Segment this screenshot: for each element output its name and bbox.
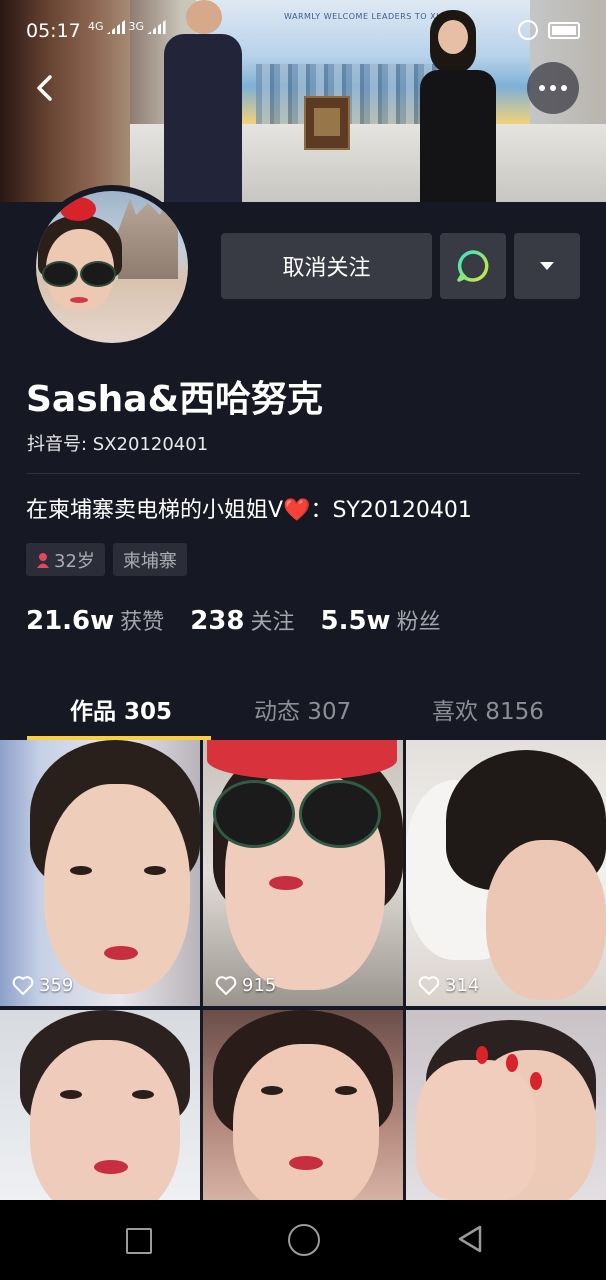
status-right-icons [518,20,580,40]
heart-outline-icon [215,975,237,995]
chat-button[interactable] [440,233,506,299]
age-tag-label: 32岁 [54,550,95,572]
age-tag: 32岁 [26,543,105,576]
chat-icon [457,250,489,282]
heart-outline-icon [418,975,440,995]
video-thumbnail[interactable] [203,1010,403,1200]
stat-following-value: 238 [190,606,245,636]
signal-bars-icon [147,20,166,34]
stat-followers-value: 5.5w [320,606,391,636]
battery-icon [548,21,580,39]
account-id[interactable]: 抖音号: SX20120401 [27,430,208,456]
female-user-icon [37,552,49,568]
video-grid: 359 915 314 [0,740,606,1200]
nav-back-icon[interactable] [456,1224,484,1254]
stat-following[interactable]: 238 关注 [190,604,294,636]
home-icon[interactable] [288,1224,320,1256]
network-1-label: 4G [88,20,104,33]
video-likes-count: 314 [445,975,480,996]
network-indicator: 4G 3G [88,20,166,34]
video-thumbnail[interactable] [0,1010,200,1200]
video-thumbnail[interactable] [406,1010,606,1200]
profile-bio: 在柬埔寨卖电梯的小姐姐V❤️：SY20120401 [26,498,472,523]
stat-followers-label: 粉丝 [396,610,441,635]
profile-name: Sasha&西哈努克 [26,379,323,420]
heart-outline-icon [12,975,34,995]
rotation-lock-icon [518,20,538,40]
signal-bars-icon [107,20,126,34]
dot-icon [550,85,556,91]
tab-works[interactable]: 作品 305 [70,686,172,732]
video-likes-count: 915 [242,975,277,996]
dot-icon [561,85,567,91]
profile-tags: 32岁 柬埔寨 [26,543,187,576]
back-button[interactable] [24,68,64,108]
chevron-left-icon [37,75,52,101]
video-thumbnail[interactable]: 915 [203,740,403,1006]
triangle-down-icon [540,262,554,270]
stat-likes[interactable]: 21.6w 获赞 [26,604,164,636]
tab-likes[interactable]: 喜欢 8156 [432,686,544,732]
recommend-dropdown-button[interactable] [514,233,580,299]
recent-apps-icon[interactable] [126,1228,152,1254]
video-thumbnail[interactable]: 359 [0,740,200,1006]
unfollow-button[interactable]: 取消关注 [221,233,432,299]
location-tag: 柬埔寨 [112,543,187,576]
video-thumbnail[interactable]: 314 [406,740,606,1006]
stat-following-label: 关注 [250,610,295,635]
profile-stats: 21.6w 获赞 238 关注 5.5w 粉丝 [26,604,441,636]
stat-likes-label: 获赞 [120,610,165,635]
video-likes: 314 [418,975,479,996]
video-likes: 359 [12,975,73,996]
status-bar: 05:17 4G 3G [0,0,606,60]
content-tabs: 作品 305 动态 307 喜欢 8156 [0,686,606,740]
avatar[interactable] [30,185,194,349]
divider [26,473,580,474]
more-options-button[interactable] [527,62,579,114]
avatar-image [36,191,188,343]
video-likes: 915 [215,975,276,996]
banner-award-plaque [304,96,350,150]
network-2-label: 3G [128,20,145,33]
stat-followers[interactable]: 5.5w 粉丝 [320,604,440,636]
video-likes-count: 359 [39,975,74,996]
dot-icon [539,85,545,91]
stat-likes-value: 21.6w [26,606,115,636]
tab-moments[interactable]: 动态 307 [254,686,351,732]
location-tag-label: 柬埔寨 [122,550,177,572]
status-time: 05:17 [26,20,81,42]
system-navigation-bar [0,1200,606,1280]
